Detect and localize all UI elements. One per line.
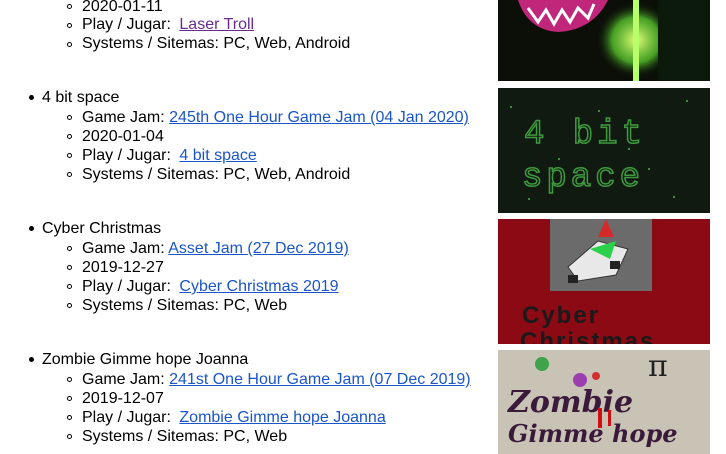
play-line: Play / Jugar: Laser Troll [82,15,254,34]
thumb-title-line1: Cyber [522,302,600,329]
play-label: Play / Jugar: [82,147,171,164]
thumb-title-line1: 4 bit [524,116,646,154]
entry-title: 4 bit space [42,89,120,106]
systems-label: Systems / Sitemas: [82,35,219,52]
systems-value: PC, Web, Android [223,35,351,52]
entry-date: 2019-12-27 [82,259,164,276]
thumbnail-cyber-christmas[interactable]: Cyber Christmas [498,219,710,344]
thumbnail-4-bit-space[interactable]: 4 bit space [498,88,710,213]
systems-line: Systems / Sitemas: PC, Web, Android [82,34,350,53]
pi-symbol: π [648,350,668,384]
entry-date: 2020-01-04 [82,128,164,145]
play-label: Play / Jugar: [82,278,171,295]
sub-bullet [67,434,72,439]
thumbnail-zombie-gimme-hope-joanna[interactable]: π Zombie Gimme hope [498,350,710,454]
thumb-title-line2: space [522,159,644,197]
entry-title: Cyber Christmas [42,220,162,237]
sub-bullet [67,4,72,9]
jam-link[interactable]: Asset Jam (27 Dec 2019) [168,240,349,257]
jam-label: Game Jam: [82,371,165,388]
jam-line: Game Jam: 241st One Hour Game Jam (07 De… [82,370,471,389]
jam-label: Game Jam: [82,240,165,257]
sub-bullet [67,377,72,382]
systems-value: PC, Web, Android [223,166,351,183]
play-link-cyber-christmas[interactable]: Cyber Christmas 2019 [179,278,338,295]
jam-label: Game Jam: [82,109,165,126]
play-label: Play / Jugar: [82,409,171,426]
jam-link[interactable]: 245th One Hour Game Jam (04 Jan 2020) [169,109,469,126]
play-link-laser-troll[interactable]: Laser Troll [179,16,254,33]
sub-bullet [67,172,72,177]
thumbnail-laser-troll[interactable] [498,0,710,81]
sub-bullet [67,265,72,270]
play-label: Play / Jugar: [82,16,171,33]
thumb-title-line1: Zombie [507,385,633,420]
jam-link[interactable]: 241st One Hour Game Jam (07 Dec 2019) [169,371,470,388]
sub-bullet [67,246,72,251]
sub-bullet [67,115,72,120]
systems-value: PC, Web [223,428,288,445]
thumb-title-line2: Christmas [520,328,655,344]
sub-bullet [67,42,72,47]
main-bullet [29,95,34,100]
sub-bullet [67,134,72,139]
entry-title: Zombie Gimme hope Joanna [42,351,249,368]
sub-bullet [67,396,72,401]
thumb-title-line2: Gimme hope [508,419,678,448]
sub-bullet [67,415,72,420]
play-line: Play / Jugar: Cyber Christmas 2019 [82,277,339,296]
play-link-4-bit-space[interactable]: 4 bit space [179,147,256,164]
systems-line: Systems / Sitemas: PC, Web [82,296,287,315]
jam-line: Game Jam: Asset Jam (27 Dec 2019) [82,239,349,258]
sub-bullet [67,153,72,158]
play-link-zombie-gimme-hope-joanna[interactable]: Zombie Gimme hope Joanna [179,409,385,426]
systems-label: Systems / Sitemas: [82,297,219,314]
play-line: Play / Jugar: 4 bit space [82,146,257,165]
4-bit-space-image: 4 bit space [498,88,710,213]
main-bullet [29,357,34,362]
entry-date: 2019-12-07 [82,390,164,407]
main-bullet [29,226,34,231]
systems-label: Systems / Sitemas: [82,428,219,445]
sub-bullet [67,23,72,28]
sub-bullet [67,303,72,308]
entry-date: 2020-01-11 [82,0,163,15]
laser-troll-image [498,0,710,81]
systems-line: Systems / Sitemas: PC, Web, Android [82,165,350,184]
play-line: Play / Jugar: Zombie Gimme hope Joanna [82,408,386,427]
systems-label: Systems / Sitemas: [82,166,219,183]
jam-line: Game Jam: 245th One Hour Game Jam (04 Ja… [82,108,469,127]
systems-value: PC, Web [223,297,288,314]
systems-line: Systems / Sitemas: PC, Web [82,427,287,446]
cyber-christmas-image: Cyber Christmas [498,219,710,344]
zombie-joanna-image: π Zombie Gimme hope [498,350,710,454]
sub-bullet [67,284,72,289]
